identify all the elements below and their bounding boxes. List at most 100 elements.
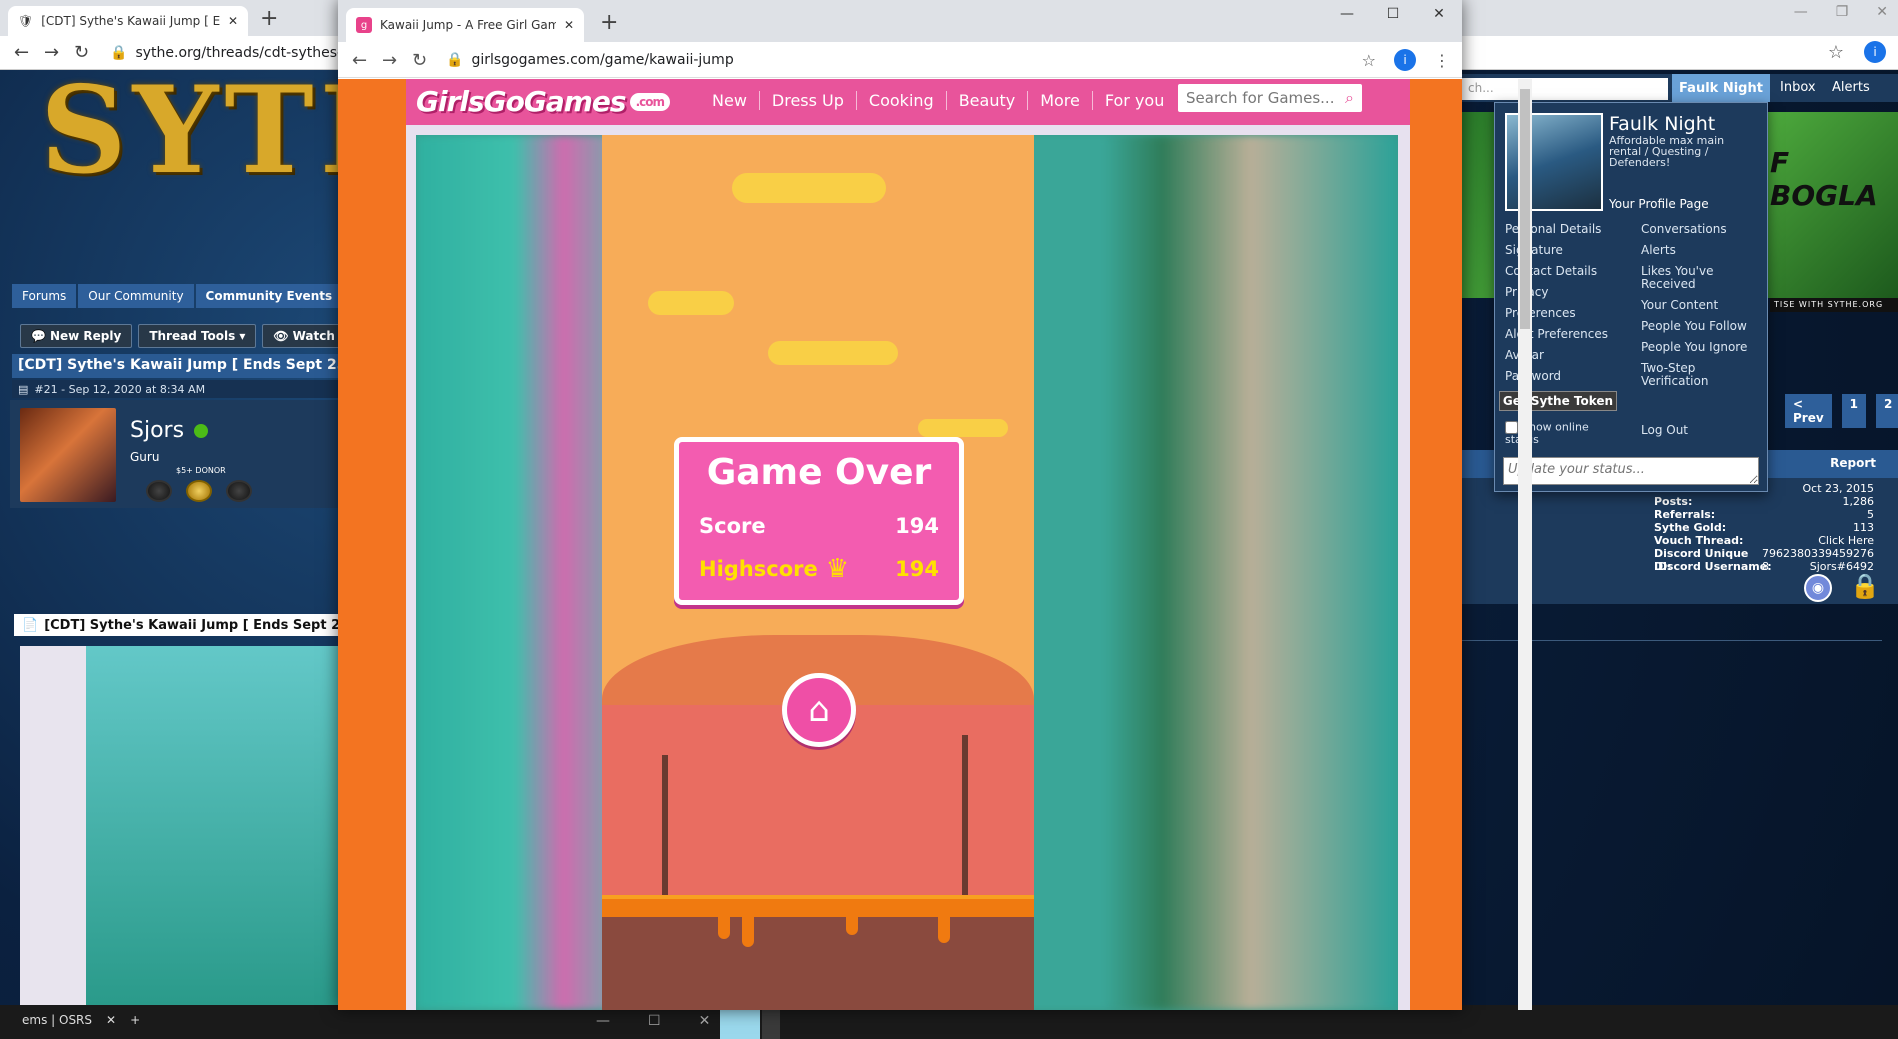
nav-new[interactable]: New	[700, 91, 760, 110]
menu-conversations[interactable]: Conversations	[1641, 223, 1761, 236]
plus-icon[interactable]: +	[130, 1013, 140, 1027]
drip	[742, 917, 754, 947]
post-meta-text[interactable]: #21 - Sep 12, 2020 at 8:34 AM	[34, 383, 205, 396]
reload-icon[interactable]: ↻	[412, 50, 427, 71]
restore-icon[interactable]: ❐	[1836, 4, 1849, 20]
game-browser-window: g Kawaii Jump - A Free Girl Game o ✕ + —…	[338, 0, 1532, 1010]
chevron-down-icon: ▾	[239, 329, 246, 343]
menu-your-content[interactable]: Your Content	[1641, 299, 1761, 312]
get-sythe-token-button[interactable]: Get Sythe Token	[1499, 391, 1617, 411]
minimize-icon[interactable]: —	[1324, 0, 1370, 28]
menu-likes-received[interactable]: Likes You've Received	[1641, 265, 1761, 291]
tree	[662, 755, 668, 895]
cloud	[768, 341, 898, 365]
post-title-text: [CDT] Sythe's Kawaii Jump [ Ends Sept 25…	[44, 617, 344, 633]
badge-icon	[146, 480, 172, 502]
breadcrumb-our-community[interactable]: Our Community	[78, 284, 194, 308]
stat-discord-username: Discord Username: Sjors#6492	[1654, 560, 1874, 573]
menu-people-you-ignore[interactable]: People You Ignore	[1641, 341, 1761, 354]
nav-inbox[interactable]: Inbox	[1780, 80, 1816, 95]
drip	[718, 917, 730, 939]
breadcrumb-community-events[interactable]: Community Events	[195, 284, 343, 308]
maximize-icon[interactable]: ☐	[1370, 0, 1416, 28]
stat-vouch: Vouch Thread: Click Here	[1654, 534, 1874, 547]
close-icon[interactable]: ✕	[1416, 0, 1462, 28]
fg-tab[interactable]: g Kawaii Jump - A Free Girl Game o ✕	[346, 8, 584, 42]
game-frame[interactable]: Game Over Score 194 Highscore ♛ 194 ⌂	[416, 135, 1398, 1010]
back-arrow-icon[interactable]: ←	[352, 50, 367, 71]
document-icon: 📄	[22, 617, 39, 633]
menu-people-you-follow[interactable]: People You Follow	[1641, 320, 1761, 333]
game-search-input[interactable]: Search for Games... ⌕	[1178, 84, 1362, 112]
close-icon[interactable]: ✕	[1876, 4, 1888, 20]
nav-alerts[interactable]: Alerts	[1832, 80, 1870, 95]
page-scrollbar[interactable]	[1518, 79, 1532, 1010]
nav-cooking[interactable]: Cooking	[857, 91, 947, 110]
kebab-menu-icon[interactable]: ⋮	[1434, 51, 1450, 70]
game-canvas[interactable]: Game Over Score 194 Highscore ♛ 194 ⌂	[602, 135, 1034, 1010]
profile-avatar[interactable]: i	[1394, 49, 1416, 71]
avatar[interactable]	[20, 408, 116, 502]
dropdown-right-menu: Conversations Alerts Likes You've Receiv…	[1641, 223, 1761, 396]
close-icon[interactable]: ✕	[228, 14, 238, 28]
minimize-icon[interactable]: —	[1794, 4, 1808, 20]
nav-more[interactable]: More	[1028, 91, 1093, 110]
new-reply-label: New Reply	[49, 329, 122, 343]
nav-for-you[interactable]: For you	[1093, 91, 1176, 110]
home-icon: ⌂	[808, 690, 830, 730]
menu-alerts[interactable]: Alerts	[1641, 244, 1761, 257]
new-reply-button[interactable]: 💬 New Reply	[20, 324, 133, 348]
game-over-panel: Game Over Score 194 Highscore ♛ 194	[674, 437, 964, 605]
forum-search-input[interactable]: ch...	[1462, 78, 1668, 100]
lock-icon: 🔒	[110, 45, 128, 61]
site-logo[interactable]: GirlsGoGames .com	[416, 85, 671, 118]
star-icon[interactable]: ☆	[1362, 51, 1376, 70]
new-tab-button[interactable]: +	[600, 10, 618, 35]
score-value: 194	[895, 514, 939, 538]
forward-arrow-icon[interactable]: →	[382, 50, 397, 71]
profile-page-link[interactable]: Your Profile Page	[1609, 197, 1709, 211]
dropdown-username[interactable]: Faulk Night	[1609, 113, 1715, 135]
close-icon[interactable]: ✕	[106, 1013, 116, 1027]
discord-icon[interactable]: ◉	[1804, 574, 1832, 602]
post-meta: ▤ #21 - Sep 12, 2020 at 8:34 AM	[12, 380, 342, 398]
game-over-title: Game Over	[706, 452, 932, 493]
prev-page-button[interactable]: < Prev	[1785, 394, 1832, 428]
bg-tab[interactable]: 🛡 [CDT] Sythe's Kawaii Jump [ Ends ✕	[8, 6, 248, 36]
profile-avatar[interactable]: i	[1864, 41, 1886, 63]
stat-gold: Sythe Gold: 113	[1654, 521, 1874, 534]
nav-beauty[interactable]: Beauty	[947, 91, 1029, 110]
report-link[interactable]: Report	[1830, 456, 1876, 470]
taskbar-tab-title: ems | OSRS	[22, 1013, 93, 1027]
scrollbar-thumb[interactable]	[1520, 89, 1530, 329]
restore-icon[interactable]: ☐	[648, 1013, 661, 1029]
page-1-button[interactable]: 1	[1841, 394, 1867, 428]
new-tab-button[interactable]: +	[260, 6, 278, 31]
home-button[interactable]: ⌂	[782, 673, 856, 747]
nav-dress-up[interactable]: Dress Up	[760, 91, 857, 110]
taskbar-thumbnail[interactable]	[762, 1007, 780, 1039]
breadcrumb-forums[interactable]: Forums	[12, 284, 77, 308]
menu-two-step-verification[interactable]: Two-Step Verification	[1641, 362, 1761, 388]
site-header: GirlsGoGames .com New Dress Up Cooking B…	[406, 79, 1410, 125]
taskbar-thumbnail[interactable]	[720, 1007, 760, 1039]
search-icon[interactable]: ⌕	[1345, 88, 1354, 108]
page-2-button[interactable]: 2	[1876, 394, 1898, 428]
star-icon[interactable]: ☆	[1828, 42, 1844, 63]
crown-icon: ♛	[825, 554, 850, 584]
fg-address-bar[interactable]: 🔒 girlsgogames.com/game/kawaii-jump	[446, 47, 1316, 73]
status-update-input[interactable]	[1503, 457, 1759, 485]
thread-tools-button[interactable]: Thread Tools ▾	[138, 324, 257, 348]
taskbar-tab[interactable]: ems | OSRS ✕ +	[22, 1013, 140, 1027]
back-arrow-icon[interactable]: ←	[14, 42, 29, 63]
thread-title: [CDT] Sythe's Kawaii Jump [ Ends Sept 25	[12, 354, 342, 378]
close-icon[interactable]: ✕	[564, 18, 574, 32]
nav-user-tab[interactable]: Faulk Night	[1672, 74, 1770, 102]
poster-name[interactable]: Sjors	[130, 418, 209, 443]
logout-link[interactable]: Log Out	[1641, 423, 1688, 437]
drip	[938, 917, 950, 943]
minimize-icon[interactable]: —	[596, 1013, 610, 1029]
taskbar-window-controls: — ☐ ✕	[596, 1013, 710, 1029]
close-icon[interactable]: ✕	[699, 1013, 711, 1029]
user-dropdown: Faulk Night Affordable max main rental /…	[1494, 102, 1768, 492]
